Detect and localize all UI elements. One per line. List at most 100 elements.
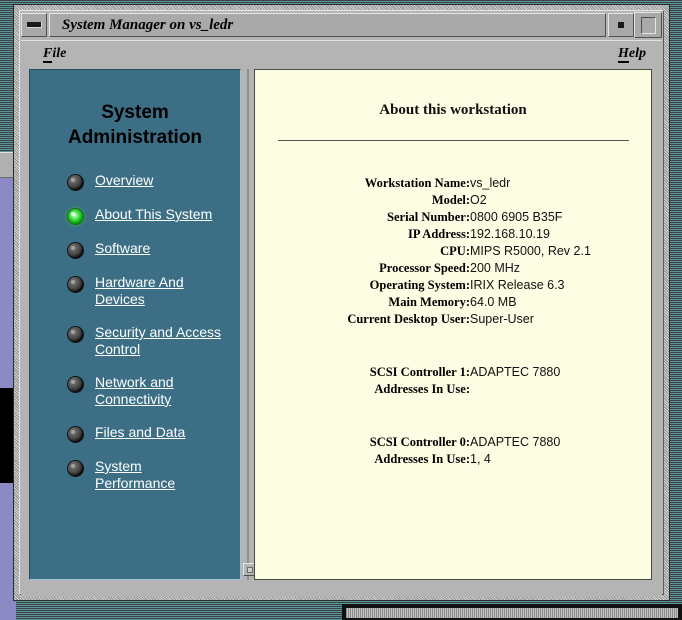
minimize-button[interactable] xyxy=(608,13,634,37)
menu-item-help-label: elp xyxy=(628,45,646,61)
menu-item-file[interactable]: File xyxy=(37,44,72,64)
sidebar-item-label: Hardware And Devices xyxy=(95,274,184,307)
table-row: Workstation Name: vs_ledr xyxy=(255,175,651,192)
minimize-icon xyxy=(618,22,624,28)
panel-splitter[interactable] xyxy=(242,69,256,580)
gear-bullet-icon-active xyxy=(68,209,83,224)
workstation-info-table: Workstation Name: vs_ledr Model: O2 Serial N… xyxy=(255,175,651,468)
info-label: Model: xyxy=(431,193,470,207)
background-window-bottom-scrollbar[interactable] xyxy=(346,608,678,618)
sidebar-item-overview[interactable]: Overview xyxy=(68,172,240,190)
info-value: 64.0 MB xyxy=(470,295,517,309)
table-row: Current Desktop User: Super-User xyxy=(255,311,651,328)
menu-bar: File Help xyxy=(21,40,662,66)
table-row: CPU: MIPS R5000, Rev 2.1 xyxy=(255,243,651,260)
sidebar-title-line2: Administration xyxy=(67,127,203,148)
sidebar-item-hardware-and-devices[interactable]: Hardware And Devices xyxy=(68,274,240,308)
table-row: Main Memory: 64.0 MB xyxy=(255,294,651,311)
info-value: ADAPTEC 7880 xyxy=(470,365,561,379)
info-label: CPU: xyxy=(440,244,470,258)
info-label: Workstation Name: xyxy=(364,176,470,190)
info-row-spacer xyxy=(255,328,651,364)
sidebar-title-line1: System xyxy=(101,102,169,123)
sidebar-item-software[interactable]: Software xyxy=(68,240,240,258)
menu-item-help-mnemonic: H xyxy=(618,45,629,63)
window-title: System Manager on vs_ledr xyxy=(62,16,234,33)
table-row: Serial Number: 0800 6905 B35F xyxy=(255,209,651,226)
info-value: 1, 4 xyxy=(470,452,491,466)
info-label: Processor Speed: xyxy=(379,261,470,275)
info-value: vs_ledr xyxy=(470,176,511,190)
gear-bullet-icon xyxy=(68,427,83,442)
sidebar-item-security-and-access-control[interactable]: Security and Access Control xyxy=(68,324,240,358)
info-value: ADAPTEC 7880 xyxy=(470,435,561,449)
content-scroll-gutter[interactable] xyxy=(652,69,662,580)
sidebar-nav-list: Overview About This System Software Hardwar… xyxy=(30,172,240,492)
info-label: Serial Number: xyxy=(387,210,470,224)
info-value: O2 xyxy=(470,193,487,207)
gear-bullet-icon xyxy=(68,377,83,392)
info-label: SCSI Controller 1: xyxy=(369,365,470,379)
content-panel: About this workstation Workstation Name:… xyxy=(254,69,652,580)
info-label: Addresses In Use: xyxy=(374,382,470,396)
window-bottom-strip xyxy=(21,585,662,597)
spacer-cell xyxy=(255,328,651,364)
gear-bullet-icon xyxy=(68,327,83,342)
gear-bullet-icon xyxy=(68,461,83,476)
sidebar-item-label: System Performance xyxy=(95,458,176,491)
info-value: IRIX Release 6.3 xyxy=(470,278,565,292)
sidebar-item-system-performance[interactable]: System Performance xyxy=(68,458,240,492)
table-row: SCSI Controller 0: ADAPTEC 7880 xyxy=(255,434,651,451)
content-heading: About this workstation xyxy=(379,102,527,118)
sidebar-item-label: Overview xyxy=(95,172,154,188)
info-label: Operating System: xyxy=(369,278,470,292)
title-bar-drag-area[interactable]: System Manager on vs_ledr xyxy=(49,13,606,37)
info-value: 200 MHz xyxy=(470,261,521,275)
info-value: Super-User xyxy=(470,312,534,326)
info-value: 0800 6905 B35F xyxy=(470,210,563,224)
spacer-cell xyxy=(255,398,651,434)
window-body: System Administration Overview About This… xyxy=(21,66,662,585)
info-label: IP Address: xyxy=(408,227,470,241)
sidebar-item-network-and-connectivity[interactable]: Network and Connectivity xyxy=(68,374,240,408)
info-label: Current Desktop User: xyxy=(347,312,470,326)
sidebar-item-label: Files and Data xyxy=(95,424,186,440)
resize-handle-icon xyxy=(246,566,253,573)
menu-item-file-mnemonic: F xyxy=(43,45,53,63)
menu-item-help[interactable]: Help xyxy=(612,44,652,64)
maximize-icon xyxy=(640,16,656,34)
info-value xyxy=(470,381,651,398)
table-row: IP Address: 192.168.10.19 xyxy=(255,226,651,243)
table-row: Addresses In Use: 1, 4 xyxy=(255,451,651,468)
sidebar-item-files-and-data[interactable]: Files and Data xyxy=(68,424,240,442)
menu-item-file-label: ile xyxy=(52,45,67,61)
gear-bullet-icon xyxy=(68,175,83,190)
table-row: Operating System: IRIX Release 6.3 xyxy=(255,277,651,294)
window-menu-button[interactable] xyxy=(21,13,47,37)
table-row: SCSI Controller 1: ADAPTEC 7880 xyxy=(255,364,651,381)
gear-bullet-icon xyxy=(68,243,83,258)
system-manager-window[interactable]: System Manager on vs_ledr File Help Syst… xyxy=(13,4,670,601)
sidebar-item-label: Security and Access Control xyxy=(95,324,222,357)
window-menu-icon xyxy=(26,22,42,28)
table-row: Processor Speed: 200 MHz xyxy=(255,260,651,277)
gear-bullet-icon xyxy=(68,277,83,292)
splitter-line xyxy=(247,69,249,580)
info-label: SCSI Controller 0: xyxy=(369,435,470,449)
info-row-spacer xyxy=(255,398,651,434)
sidebar-item-label: Network and Connectivity xyxy=(95,374,174,407)
sidebar-item-about-this-system[interactable]: About This System xyxy=(68,206,240,224)
sidebar-title: System Administration xyxy=(30,100,240,150)
info-value: MIPS R5000, Rev 2.1 xyxy=(470,244,591,258)
maximize-button[interactable] xyxy=(634,12,662,38)
sidebar: System Administration Overview About This… xyxy=(29,69,241,580)
info-value: 192.168.10.19 xyxy=(470,227,550,241)
info-label: Addresses In Use: xyxy=(374,452,470,466)
title-bar[interactable]: System Manager on vs_ledr xyxy=(21,12,662,38)
content-divider xyxy=(278,140,629,141)
sidebar-item-label: About This System xyxy=(95,206,213,222)
table-row: Addresses In Use: xyxy=(255,381,651,398)
table-row: Model: O2 xyxy=(255,192,651,209)
sidebar-item-label: Software xyxy=(95,240,151,256)
info-label: Main Memory: xyxy=(388,295,470,309)
